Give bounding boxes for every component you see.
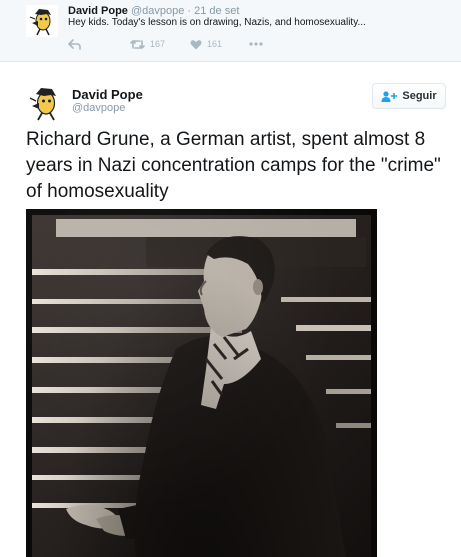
parent-tweet-text: Hey kids. Today's lesson is on drawing, … xyxy=(68,17,366,28)
parent-tweet[interactable]: David Pope @davpope · 21 de set Hey kids… xyxy=(0,0,461,62)
author-avatar[interactable] xyxy=(26,5,58,37)
author-handle[interactable]: @davpope xyxy=(131,5,184,17)
more-icon xyxy=(249,42,263,46)
reply-button[interactable] xyxy=(68,38,81,50)
retweet-icon xyxy=(130,39,145,49)
tweet-date[interactable]: 21 de set xyxy=(194,5,239,17)
retweet-button[interactable]: 167 xyxy=(130,38,165,50)
follow-user-icon xyxy=(381,90,398,102)
like-button[interactable]: 161 xyxy=(190,38,222,50)
like-icon xyxy=(190,39,202,49)
author-handle[interactable]: @davpope xyxy=(72,102,125,114)
parent-tweet-header: David Pope @davpope · 21 de set xyxy=(68,5,239,17)
author-name[interactable]: David Pope xyxy=(72,87,143,102)
more-button[interactable] xyxy=(249,38,263,50)
author-name[interactable]: David Pope xyxy=(68,5,128,17)
like-count: 161 xyxy=(207,39,223,49)
follow-label: Seguir xyxy=(402,90,437,102)
mascot-avatar-icon xyxy=(26,5,58,37)
separator: · xyxy=(187,5,192,17)
author-avatar[interactable] xyxy=(26,84,64,122)
retweet-count: 167 xyxy=(150,39,166,49)
mascot-avatar-icon xyxy=(26,84,64,122)
follow-button[interactable]: Seguir xyxy=(372,83,446,109)
tweet-text: Richard Grune, a German artist, spent al… xyxy=(26,129,441,202)
reply-icon xyxy=(68,38,81,50)
photo-image xyxy=(32,215,371,557)
tweet-photo[interactable] xyxy=(26,209,377,557)
